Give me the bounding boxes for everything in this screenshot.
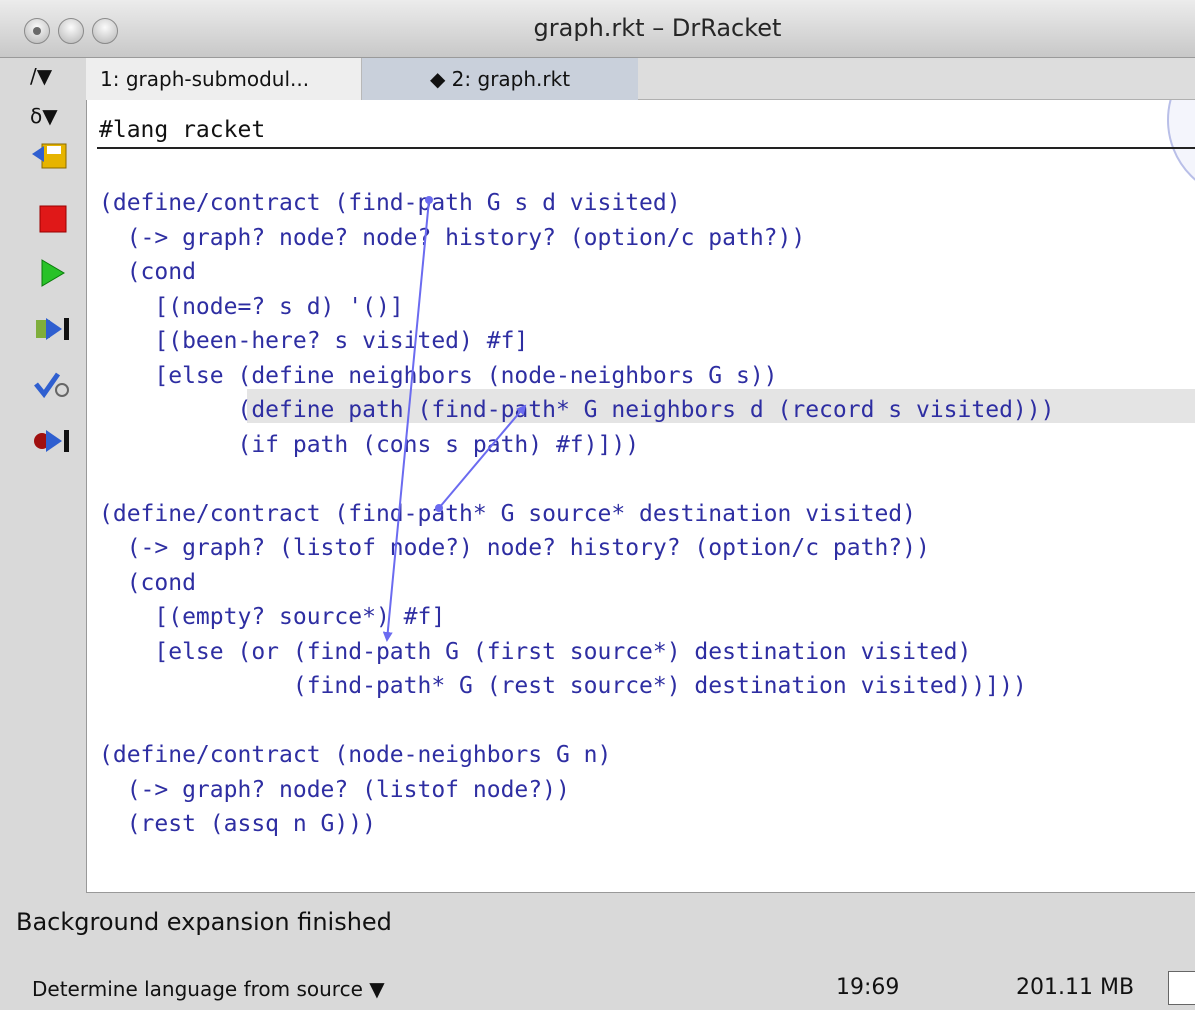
- tab-bar: 1: graph-submodul... ◆ 2: graph.rkt: [86, 58, 1195, 100]
- memory-usage[interactable]: 201.11 MB: [1016, 975, 1134, 1000]
- code-line[interactable]: [(empty? source*) #f]: [99, 600, 1054, 635]
- code-line[interactable]: (define path (find-path* G neighbors d (…: [99, 393, 1054, 428]
- tab-graph-submodule[interactable]: 1: graph-submodul...: [86, 58, 362, 100]
- code-line[interactable]: (if path (cons s path) #f)])): [99, 428, 1054, 463]
- debug-icon[interactable]: [32, 426, 72, 456]
- code-line[interactable]: [else (define neighbors (node-neighbors …: [99, 359, 1054, 394]
- window-title: graph.rkt – DrRacket: [533, 14, 782, 42]
- bottom-bar: Determine language from source ▼ 19:69 2…: [0, 965, 1195, 1010]
- code-line[interactable]: (-> graph? node? node? history? (option/…: [99, 221, 1054, 256]
- code-line[interactable]: (define/contract (find-path G s d visite…: [99, 186, 1054, 221]
- check-syntax-icon[interactable]: [32, 370, 72, 400]
- title-bar: graph.rkt – DrRacket: [0, 0, 1195, 58]
- code-line[interactable]: [99, 462, 1054, 497]
- code-line[interactable]: (define/contract (find-path* G source* d…: [99, 497, 1054, 532]
- gc-indicator: [1168, 971, 1195, 1005]
- macro-menu[interactable]: δ▼: [30, 104, 58, 128]
- definitions-menu[interactable]: /▼: [30, 64, 52, 88]
- code-line[interactable]: (cond: [99, 255, 1054, 290]
- code-line[interactable]: [(been-here? s visited) #f]: [99, 324, 1054, 359]
- code-line[interactable]: (find-path* G (rest source*) destination…: [99, 669, 1054, 704]
- code-line[interactable]: (rest (assq n G))): [99, 807, 1054, 842]
- definitions-editor[interactable]: #lang racket (define/contract (find-path…: [86, 100, 1195, 893]
- language-selector[interactable]: Determine language from source ▼: [32, 977, 385, 1001]
- run-icon[interactable]: [32, 258, 72, 288]
- step-icon[interactable]: [32, 314, 72, 344]
- code-line[interactable]: (-> graph? (listof node?) node? history?…: [99, 531, 1054, 566]
- tab-graph-rkt[interactable]: ◆ 2: graph.rkt: [362, 58, 638, 100]
- code-line[interactable]: [(node=? s d) '()]: [99, 290, 1054, 325]
- code-line[interactable]: (cond: [99, 566, 1054, 601]
- tooltip-bubble: [1167, 100, 1195, 200]
- stop-icon[interactable]: [32, 204, 72, 234]
- toolbar-strip: /▼ δ▼: [0, 58, 86, 908]
- code-line[interactable]: [else (or (find-path G (first source*) d…: [99, 635, 1054, 670]
- lang-line: #lang racket: [99, 117, 266, 143]
- code-line[interactable]: [99, 704, 1054, 739]
- save-icon[interactable]: [32, 140, 72, 170]
- status-message: Background expansion finished: [16, 908, 392, 936]
- code-line[interactable]: (-> graph? node? (listof node?)): [99, 773, 1054, 808]
- cursor-position: 19:69: [836, 975, 900, 1000]
- lang-separator: [97, 147, 1195, 149]
- code-line[interactable]: (define/contract (node-neighbors G n): [99, 738, 1054, 773]
- code-area[interactable]: (define/contract (find-path G s d visite…: [99, 186, 1054, 842]
